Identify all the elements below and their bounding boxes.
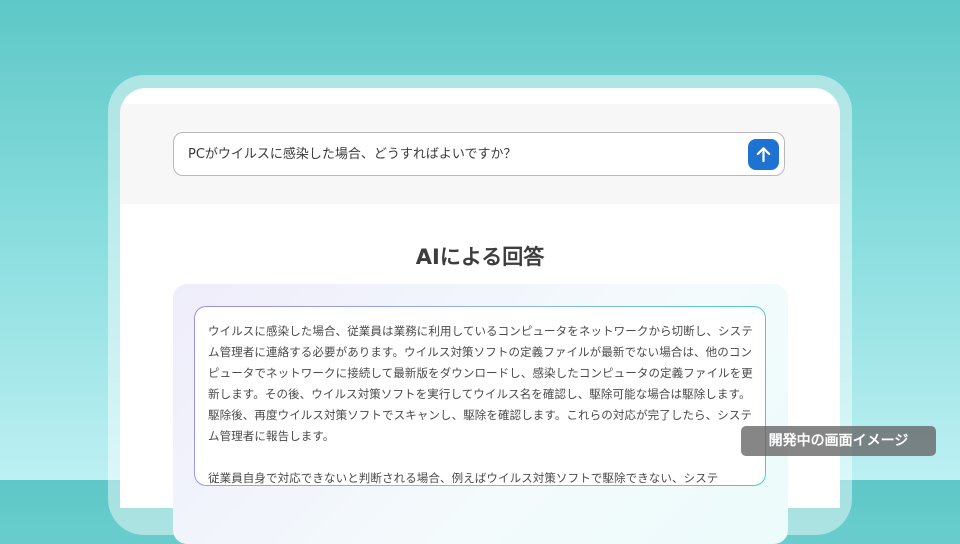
answer-paragraph: 従業員自身で対応できないと判断される場合、例えばウイルス対策ソフトで駆除できない…	[208, 471, 719, 485]
send-button[interactable]	[748, 139, 779, 170]
answer-title: AIによる回答	[415, 245, 545, 269]
arrow-up-icon	[756, 147, 771, 163]
answer-card: ウイルスに感染した場合、従業員は業務に利用しているコンピュータをネットワークから…	[194, 306, 766, 486]
search-input-value: PCがウイルスに感染した場合、どうすればよいですか？	[188, 147, 517, 162]
answer-body: ウイルスに感染した場合、従業員は業務に利用しているコンピュータをネットワークから…	[208, 321, 754, 489]
search-input[interactable]: PCがウイルスに感染した場合、どうすればよいですか？	[173, 132, 785, 176]
answer-paragraph: ウイルスに感染した場合、従業員は業務に利用しているコンピュータをネットワークから…	[208, 324, 753, 443]
query-section: PCがウイルスに感染した場合、どうすればよいですか？	[120, 104, 840, 204]
preview-badge: 開発中の画面イメージ	[741, 426, 936, 456]
